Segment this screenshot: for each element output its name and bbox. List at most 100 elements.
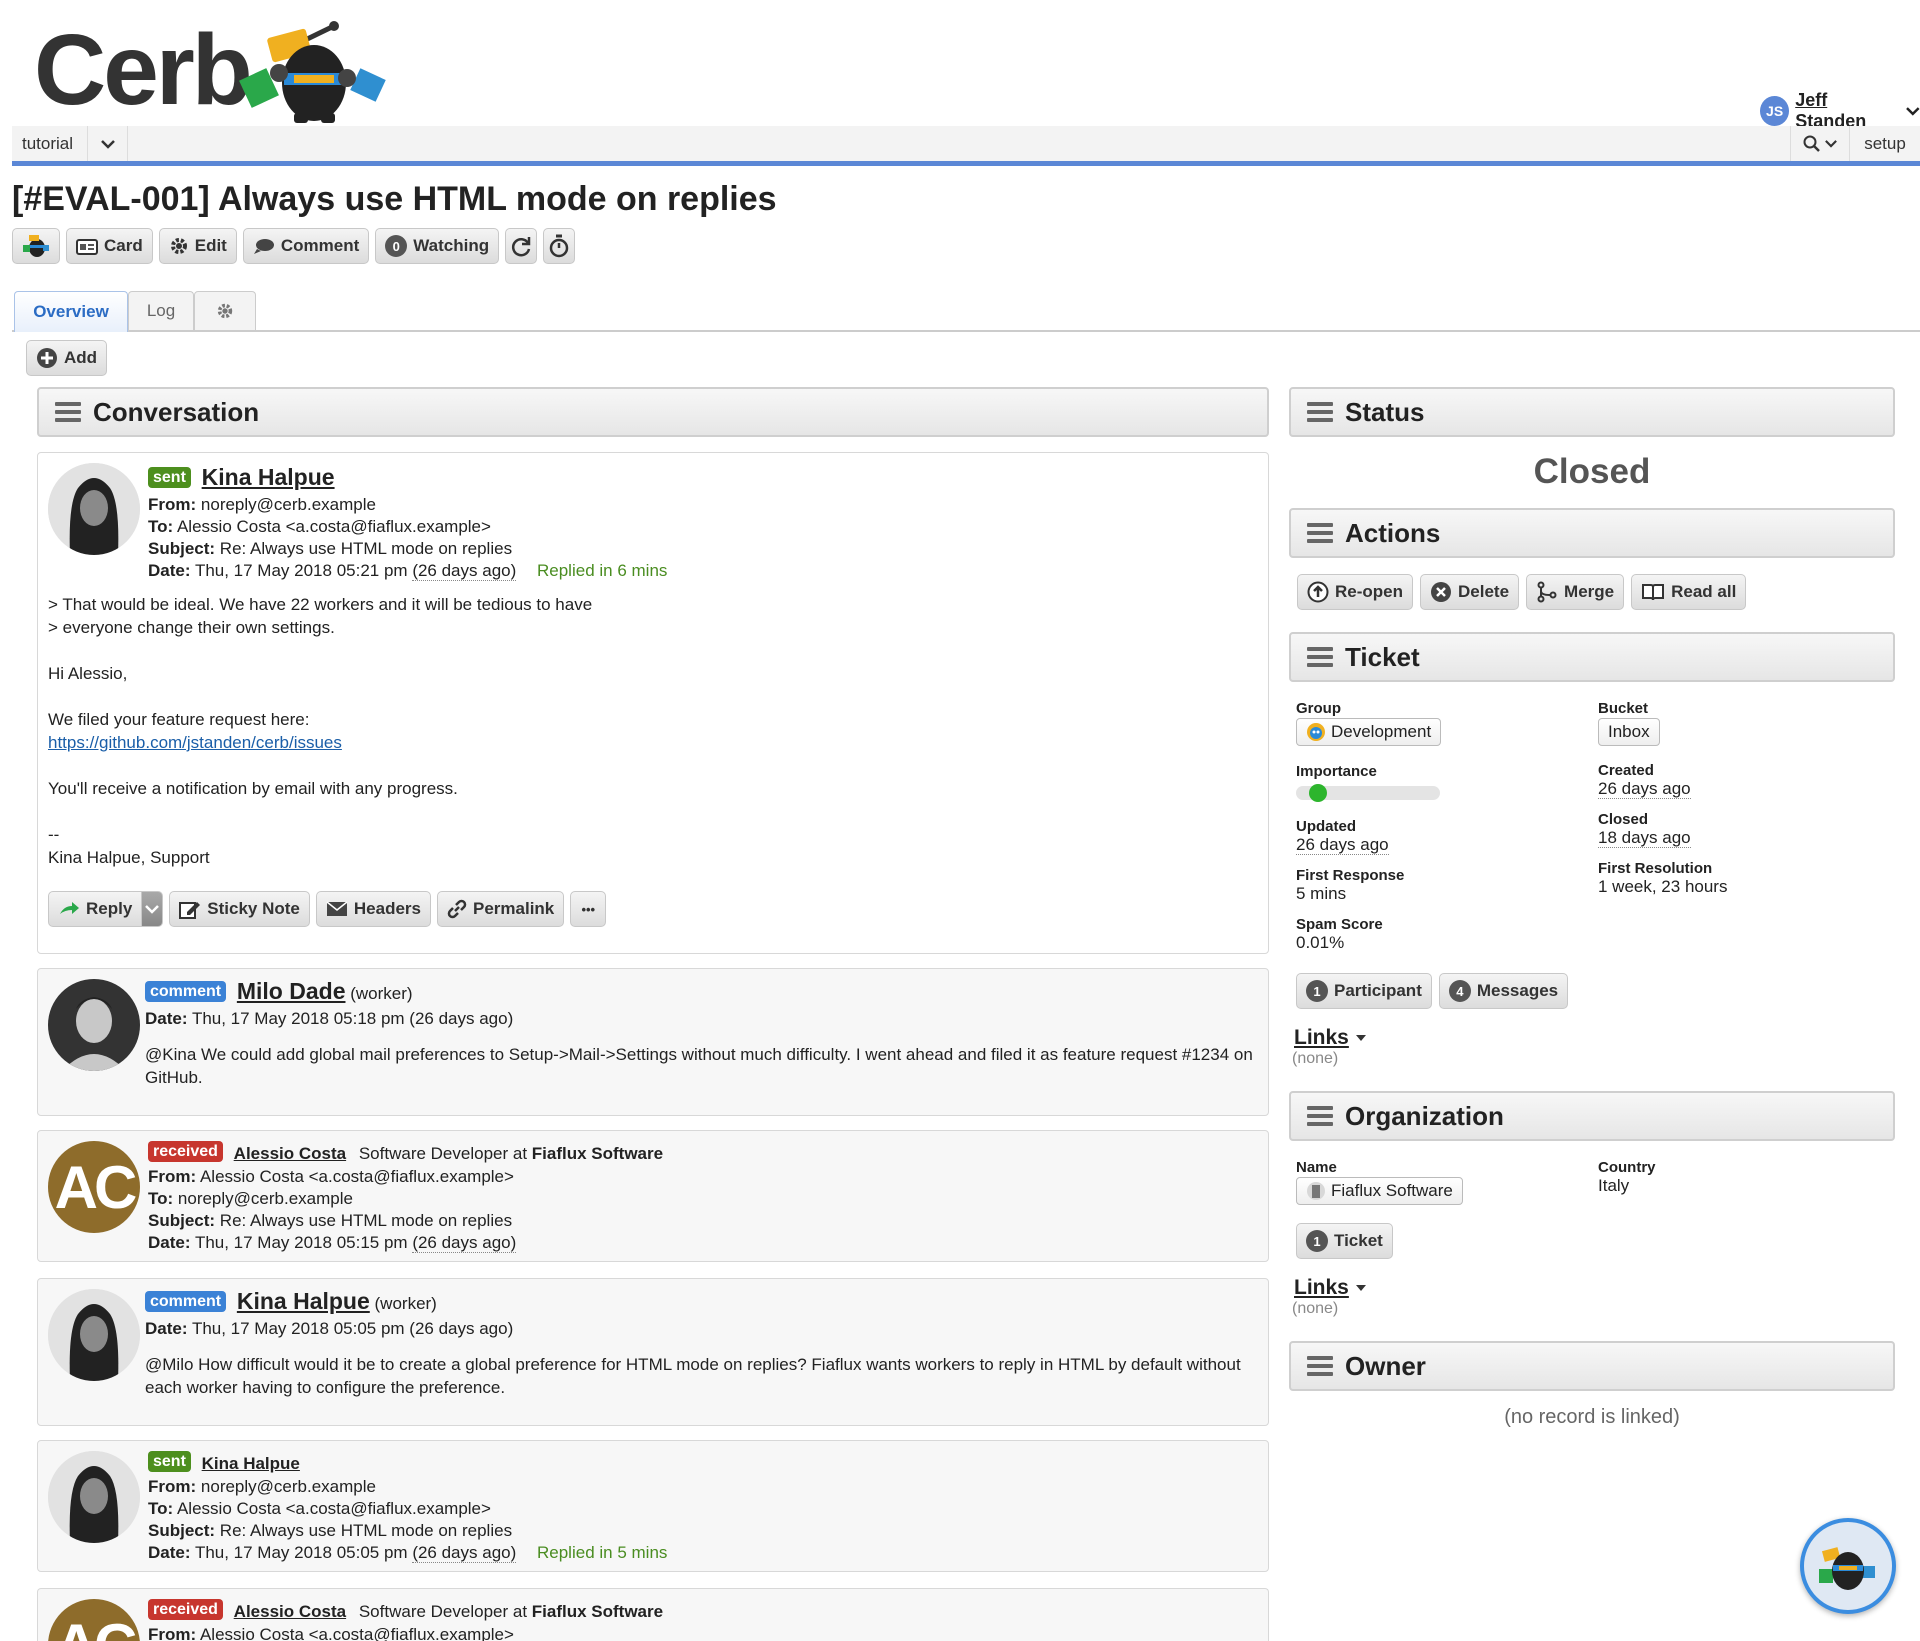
- tab-settings[interactable]: [194, 291, 256, 330]
- from-line: From: Alessio Costa <a.costa@fiaflux.exa…: [148, 1166, 663, 1188]
- caret-down-icon: [1355, 1035, 1366, 1041]
- to-line: To: Alessio Costa <a.costa@fiaflux.examp…: [148, 1498, 667, 1520]
- timer-button[interactable]: [543, 228, 576, 264]
- comment-title: comment Kina Halpue (worker): [145, 1287, 1260, 1318]
- date-label: Date:: [148, 1233, 191, 1252]
- assistant-bot-button[interactable]: [1800, 1518, 1896, 1614]
- ticket-links-menu[interactable]: Links: [1294, 1026, 1367, 1050]
- add-widget-button[interactable]: Add: [26, 340, 108, 376]
- sticky-note-button[interactable]: Sticky Note: [169, 891, 310, 927]
- sender-name-link[interactable]: Alessio Costa: [234, 1144, 346, 1163]
- drag-handle-icon[interactable]: [55, 402, 81, 422]
- group-value: Development: [1331, 722, 1432, 741]
- comment-button[interactable]: Comment: [242, 228, 370, 264]
- sender-name-link[interactable]: Kina Halpue: [202, 464, 335, 490]
- delete-button[interactable]: Delete: [1420, 574, 1520, 610]
- merge-button[interactable]: Merge: [1526, 574, 1625, 610]
- setup-link[interactable]: setup: [1850, 126, 1920, 161]
- subject-line: Subject: Re: Always use HTML mode on rep…: [148, 1520, 667, 1542]
- reply-options-button[interactable]: [142, 891, 164, 927]
- drag-handle-icon[interactable]: [1307, 647, 1333, 667]
- chevron-down-icon: [1825, 140, 1837, 148]
- body-line: Kina Halpue, Support: [48, 848, 210, 867]
- permalink-button[interactable]: Permalink: [437, 891, 565, 927]
- date-line: Date: Thu, 17 May 2018 05:05 pm (26 days…: [148, 1542, 667, 1564]
- importance-slider[interactable]: [1296, 784, 1440, 802]
- sender-title: Software Developer at: [358, 1144, 528, 1163]
- conversation-header[interactable]: Conversation: [37, 387, 1269, 437]
- building-icon: [1307, 1182, 1325, 1200]
- link-icon: [447, 899, 467, 919]
- group-chip[interactable]: Development: [1296, 718, 1442, 746]
- gear-icon: [170, 238, 187, 254]
- tab-log[interactable]: Log: [128, 291, 194, 330]
- reply-button[interactable]: Reply: [48, 891, 143, 927]
- avatar[interactable]: [48, 463, 140, 555]
- avatar[interactable]: AC: [48, 1141, 140, 1233]
- drag-handle-icon[interactable]: [1307, 402, 1333, 422]
- refresh-icon: [512, 237, 531, 257]
- actions-header[interactable]: Actions: [1289, 508, 1895, 558]
- reopen-button[interactable]: Re-open: [1297, 574, 1413, 610]
- org-links-menu[interactable]: Links: [1294, 1276, 1367, 1300]
- reopen-label: Re-open: [1335, 582, 1403, 601]
- comment-body: @Milo How difficult would it be to creat…: [145, 1355, 1241, 1397]
- comment-label: Comment: [280, 236, 360, 255]
- body-line: > That would be ideal. We have 22 worker…: [48, 595, 593, 614]
- bucket-chip[interactable]: Inbox: [1598, 718, 1660, 746]
- to-label: To:: [148, 1189, 174, 1208]
- author-name-link[interactable]: Kina Halpue: [237, 1288, 370, 1314]
- subject-line: Subject: Re: Always use HTML mode on rep…: [148, 1210, 663, 1232]
- participants-button[interactable]: 1 Participant: [1296, 973, 1432, 1009]
- author-name-link[interactable]: Milo Dade: [237, 978, 346, 1004]
- refresh-button[interactable]: [505, 228, 538, 264]
- avatar[interactable]: AC: [48, 1599, 140, 1641]
- card-button[interactable]: Card: [66, 228, 153, 264]
- ticket-header[interactable]: Ticket: [1289, 632, 1895, 682]
- author-role: (worker): [374, 1294, 437, 1313]
- subject-line: Subject: Re: Always use HTML mode on rep…: [148, 538, 667, 560]
- headers-button[interactable]: Headers: [315, 891, 431, 927]
- caret-down-icon: [1355, 1285, 1366, 1291]
- owner-title: Owner: [1345, 1350, 1426, 1381]
- drag-handle-icon[interactable]: [1307, 1356, 1333, 1376]
- sender-name-link[interactable]: Kina Halpue: [202, 1454, 300, 1473]
- avatar[interactable]: [48, 1451, 140, 1543]
- subject-value: Re: Always use HTML mode on replies: [219, 1211, 513, 1230]
- logo[interactable]: Cerb: [34, 18, 394, 123]
- sender-org: Fiaflux Software: [531, 1602, 664, 1621]
- organization-header[interactable]: Organization: [1289, 1091, 1895, 1141]
- drag-handle-icon[interactable]: [1307, 1106, 1333, 1126]
- profile-icon-button[interactable]: [12, 228, 60, 264]
- read-all-button[interactable]: Read all: [1631, 574, 1747, 610]
- from-value: noreply@cerb.example: [200, 1477, 376, 1496]
- subject-label: Subject:: [148, 1521, 216, 1540]
- body-line: Hi Alessio,: [48, 664, 128, 683]
- body-line: > everyone change their own settings.: [48, 618, 335, 637]
- more-button[interactable]: •••: [570, 891, 607, 927]
- messages-button[interactable]: 4 Messages: [1438, 973, 1569, 1009]
- sender-name-link[interactable]: Alessio Costa: [234, 1602, 346, 1621]
- org-tickets-button[interactable]: 1 Ticket: [1296, 1223, 1393, 1259]
- org-name-chip[interactable]: Fiaflux Software: [1296, 1177, 1463, 1205]
- date-value: Thu, 17 May 2018 05:05 pm (26 days ago): [191, 1319, 514, 1338]
- drag-handle-icon[interactable]: [1307, 523, 1333, 543]
- status-header[interactable]: Status: [1289, 387, 1895, 437]
- setup-label: setup: [1864, 133, 1906, 153]
- edit-button[interactable]: Edit: [158, 228, 237, 264]
- watching-button[interactable]: 0 Watching: [375, 228, 500, 264]
- issue-link[interactable]: https://github.com/jstanden/cerb/issues: [48, 731, 592, 754]
- owner-header[interactable]: Owner: [1289, 1341, 1895, 1391]
- importance-knob[interactable]: [1309, 784, 1327, 802]
- search-menu-button[interactable]: [1790, 126, 1850, 161]
- spam-score-label: Spam Score: [1296, 916, 1383, 933]
- avatar[interactable]: [48, 979, 140, 1071]
- sticky-note-label: Sticky Note: [207, 899, 300, 918]
- avatar[interactable]: [48, 1289, 140, 1381]
- menu-dropdown-button[interactable]: [88, 126, 128, 161]
- chevron-down-icon: [145, 905, 160, 914]
- menu-tab-tutorial[interactable]: tutorial: [12, 126, 89, 161]
- message-item: sent Kina Halpue From: noreply@cerb.exam…: [37, 452, 1269, 954]
- tab-overview[interactable]: Overview: [14, 291, 128, 332]
- status-title: Status: [1345, 396, 1425, 427]
